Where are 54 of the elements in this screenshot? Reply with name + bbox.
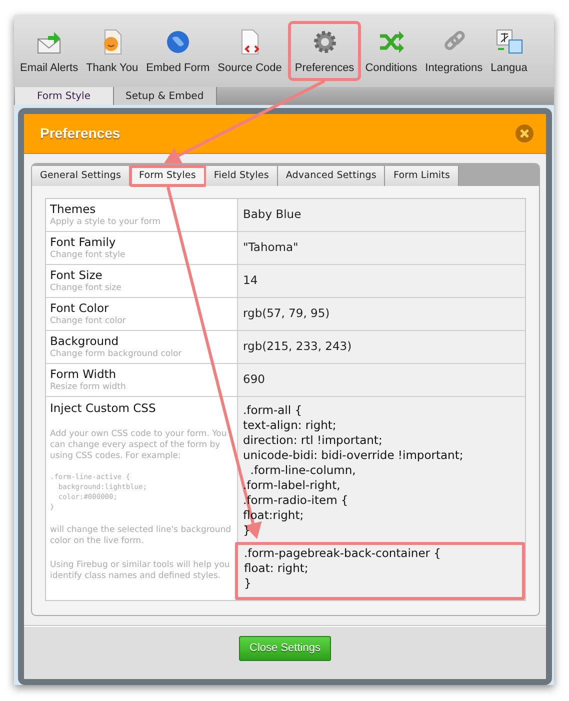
highlight-frame[interactable]: Preferences [290, 24, 358, 78]
close-button[interactable] [515, 124, 534, 143]
setting-label: Themes [50, 202, 97, 217]
setting-value[interactable]: 690 [238, 364, 525, 396]
toolbar-label[interactable]: Langua [490, 60, 528, 76]
setting-label: Font Color [50, 301, 110, 316]
translate-icon [495, 28, 524, 56]
code-line: } [244, 576, 252, 591]
toolbar-label[interactable]: Email Alerts [20, 60, 78, 76]
settings-tab[interactable]: Advanced Settings [278, 166, 386, 186]
setting-value[interactable]: rgb(57, 79, 95) [238, 298, 525, 330]
help-text: Add your own CSS code to your form. You can change every aspect of the form by using CSS codes. For example: [50, 429, 228, 462]
toolbar-label[interactable]: Thank You [86, 60, 138, 76]
toolbar-label[interactable]: Preferences [294, 60, 354, 76]
code-line: .form-label-right, [243, 478, 342, 493]
setting-hint: Change font style [50, 250, 126, 261]
toolbar-label[interactable]: Conditions [365, 60, 418, 76]
code-line: float: right; [244, 561, 310, 576]
setting-hint: Change font size [50, 283, 122, 294]
settings-tab[interactable]: Field Styles [206, 166, 278, 186]
setting-label: Background [50, 334, 120, 349]
setting-hint: Change form background color [50, 349, 183, 360]
setting-label: Font Size [50, 268, 104, 283]
setting-value[interactable]: Baby Blue [238, 199, 525, 231]
code-line: direction: rtl !important; [243, 433, 384, 448]
help-text: Using Firebug or similar tools will help you identify class names and defined styles. [50, 560, 231, 582]
setting-label: Inject Custom CSS [50, 401, 157, 416]
settings-tab[interactable]: Form Styles [130, 166, 206, 186]
code-line: .form-radio-item { [243, 493, 350, 508]
page-tab[interactable]: Form Style [15, 87, 114, 105]
setting-label: Font Family [50, 235, 117, 250]
setting-hint: Change font color [50, 316, 127, 327]
code-line: .form-pagebreak-back-container { [244, 546, 442, 561]
toolbar-label[interactable]: Integrations [425, 60, 483, 76]
toolbar-label[interactable]: Embed Form [146, 60, 210, 76]
settings-tab[interactable]: Form Limits [385, 166, 460, 186]
code-line: .form-line-column, [249, 463, 357, 478]
settings-tab[interactable]: General Settings [32, 166, 130, 186]
setting-label: Form Width [50, 367, 118, 382]
dialog-title: Preferences [40, 124, 120, 143]
setting-value[interactable]: "Tahoma" [238, 232, 525, 264]
css-editor[interactable] [238, 397, 525, 600]
code-line: } [243, 523, 252, 538]
setting-hint: Apply a style to your form [50, 217, 162, 228]
code-line: unicode-bidi: bidi-override !important; [243, 448, 464, 463]
page-tab[interactable]: Setup & Embed [114, 87, 217, 105]
code-line: float:right; [243, 508, 305, 523]
setting-value[interactable]: rgb(215, 233, 243) [238, 331, 525, 363]
setting-value[interactable]: 14 [238, 265, 525, 297]
code-line: text-align: right; [243, 418, 338, 433]
toolbar-label[interactable]: Source Code [218, 60, 282, 76]
setting-hint: Resize form width [50, 382, 127, 393]
help-text: will change the selected line's background color on the live form. [50, 525, 232, 547]
code-line: .form-all { [243, 403, 304, 418]
